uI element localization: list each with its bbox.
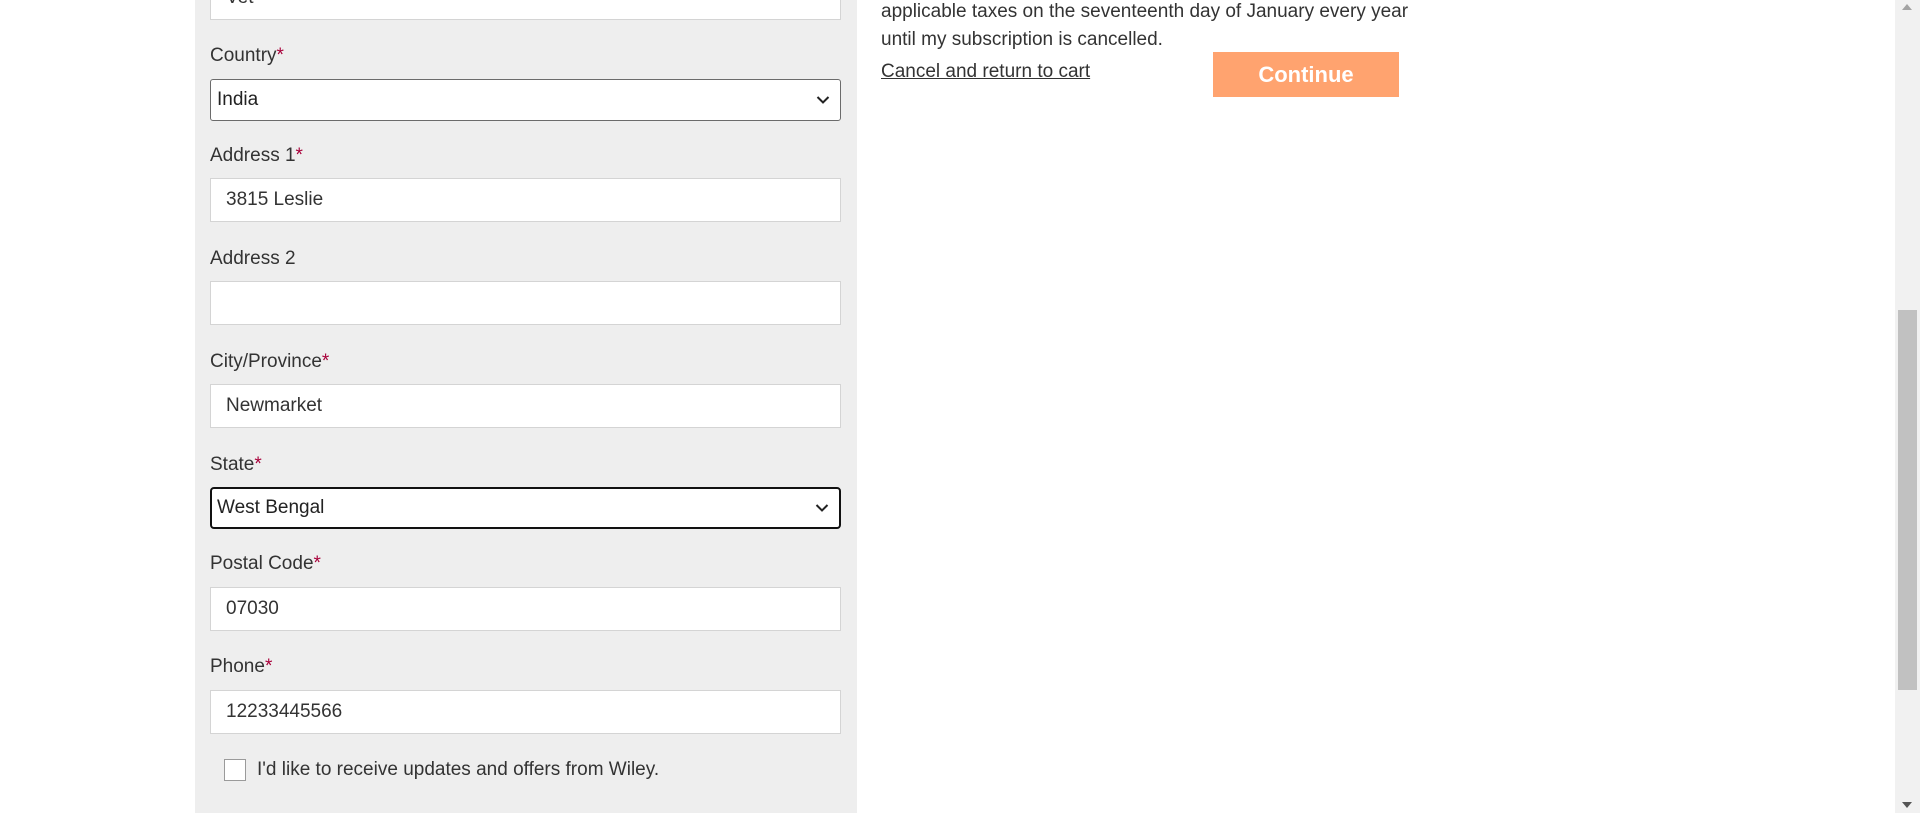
cancel-return-to-cart-link[interactable]: Cancel and return to cart [881,61,1090,83]
phone-label-text: Phone [210,656,265,677]
country-select-value: India [217,89,259,110]
updates-opt-in-label[interactable]: I'd like to receive updates and offers f… [257,759,659,781]
postal-code-input[interactable] [210,587,841,631]
country-label: Country* [210,45,284,67]
scroll-up-arrow-icon[interactable] [1902,4,1912,10]
country-select[interactable]: India [210,79,841,121]
required-asterisk: * [276,45,284,66]
required-asterisk: * [313,553,321,574]
scroll-down-arrow-icon[interactable] [1902,802,1912,808]
address1-label-text: Address 1 [210,145,296,166]
terms-line-2: until my subscription is cancelled. [881,29,1163,50]
state-label: State* [210,454,262,476]
address-form-panel: Country* India Address 1* Address 2 City… [195,0,857,813]
city-input[interactable] [210,384,841,428]
chevron-down-icon [816,96,830,104]
city-label: City/Province* [210,351,329,373]
address2-label: Address 2 [210,248,296,270]
postal-code-label-text: Postal Code [210,553,314,574]
subscription-terms-text: applicable taxes on the seventeenth day … [881,0,1421,54]
scrollbar-thumb[interactable] [1898,310,1917,690]
phone-label: Phone* [210,656,272,678]
phone-input[interactable] [210,690,841,734]
chevron-down-icon [815,504,829,512]
state-label-text: State [210,454,255,475]
country-label-text: Country [210,45,277,66]
address1-label: Address 1* [210,145,303,167]
updates-opt-in-checkbox[interactable] [224,759,246,781]
terms-line-1: applicable taxes on the seventeenth day … [881,1,1409,22]
vertical-scrollbar[interactable] [1895,0,1920,813]
address2-input[interactable] [210,281,841,325]
checkout-page: Country* India Address 1* Address 2 City… [0,0,1920,813]
required-asterisk: * [254,454,262,475]
state-select-value: West Bengal [217,497,325,518]
top-partial-input[interactable] [210,0,841,20]
required-asterisk: * [321,351,330,372]
address1-input[interactable] [210,178,841,222]
state-select[interactable]: West Bengal [210,487,841,529]
address2-label-text: Address 2 [210,248,296,269]
required-asterisk: * [295,145,303,166]
continue-button[interactable]: Continue [1213,52,1399,97]
postal-code-label: Postal Code* [210,553,321,575]
required-asterisk: * [264,656,273,677]
city-label-text: City/Province [210,351,322,372]
